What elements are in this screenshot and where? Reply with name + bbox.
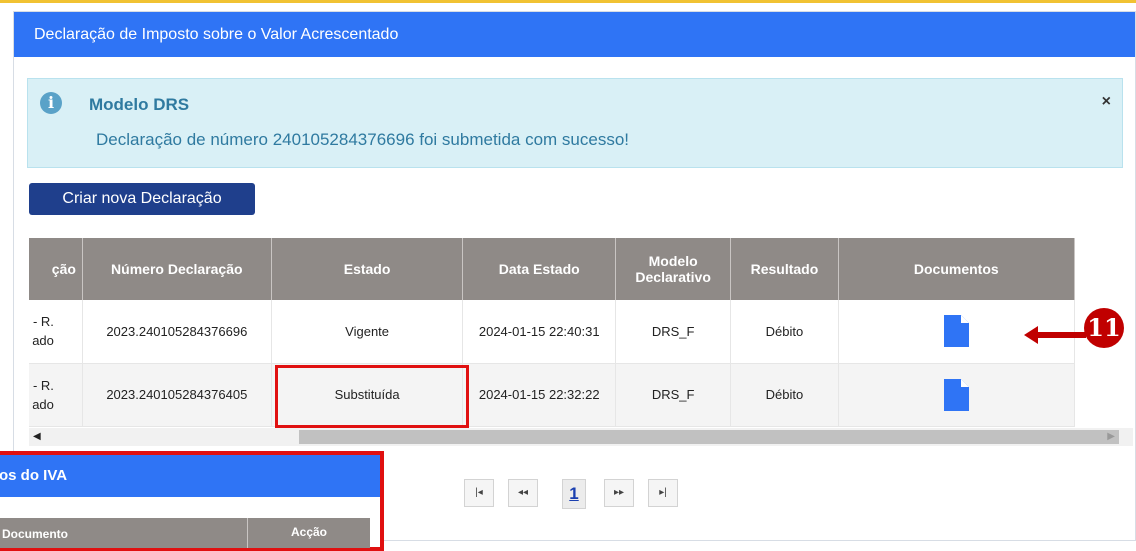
cell-data-estado: 2024-01-15 22:40:31 bbox=[462, 300, 616, 364]
header-modelo[interactable]: Modelo Declarativo bbox=[615, 238, 732, 300]
scrollbar-thumb[interactable] bbox=[299, 430, 1119, 444]
dialog-title: tos do IVA bbox=[0, 455, 380, 497]
header-estado[interactable]: Estado bbox=[271, 238, 464, 300]
cell-situacao: - R. ado bbox=[29, 363, 83, 427]
iva-documents-dialog: tos do IVA Documento Acção bbox=[0, 451, 384, 551]
cell-modelo: DRS_F bbox=[615, 363, 732, 427]
declarations-table-container: ção Número Declaração Estado Data Estado… bbox=[29, 238, 1133, 427]
highlight-box-estado bbox=[275, 365, 469, 428]
success-alert: i Modelo DRS Declaração de número 240105… bbox=[27, 78, 1123, 168]
header-documentos: Documentos bbox=[838, 238, 1076, 300]
cell-resultado: Débito bbox=[730, 363, 839, 427]
table-header-row: ção Número Declaração Estado Data Estado… bbox=[29, 238, 1076, 300]
arrow-left-icon bbox=[1024, 326, 1086, 344]
page: Declaração de Imposto sobre o Valor Acre… bbox=[0, 0, 1136, 551]
cell-documentos bbox=[838, 363, 1076, 427]
current-page[interactable]: 1 bbox=[562, 479, 586, 509]
panel-title: Declaração de Imposto sobre o Valor Acre… bbox=[14, 12, 1135, 57]
scroll-right-icon[interactable]: ▶ bbox=[1107, 431, 1115, 442]
header-numero[interactable]: Número Declaração bbox=[82, 238, 272, 300]
cell-numero: 2023.240105284376405 bbox=[82, 363, 272, 427]
cell-estado: Vigente bbox=[271, 300, 464, 364]
first-page-button[interactable]: |◂ bbox=[464, 479, 494, 507]
info-icon: i bbox=[40, 92, 62, 114]
cell-situacao: - R. ado bbox=[29, 300, 83, 364]
step-badge: 11 bbox=[1084, 308, 1124, 348]
alert-title: Modelo DRS bbox=[89, 95, 190, 114]
header-accao: Acção bbox=[247, 518, 370, 548]
prev-page-button[interactable]: ◂◂ bbox=[508, 479, 538, 507]
document-icon[interactable] bbox=[943, 378, 969, 411]
header-data-estado[interactable]: Data Estado bbox=[462, 238, 616, 300]
close-icon[interactable]: × bbox=[1102, 93, 1111, 111]
table-row: - R. ado 2023.240105284376696 Vigente 202… bbox=[29, 300, 1076, 364]
table-row: - R. ado 2023.240105284376405 Substituída… bbox=[29, 363, 1076, 427]
declarations-table: ção Número Declaração Estado Data Estado… bbox=[29, 238, 1076, 427]
top-accent-strip bbox=[0, 0, 1136, 3]
cell-resultado: Débito bbox=[730, 300, 839, 364]
document-icon[interactable] bbox=[943, 315, 969, 348]
header-resultado[interactable]: Resultado bbox=[730, 238, 839, 300]
alert-message: Declaração de número 240105284376696 foi… bbox=[96, 130, 630, 149]
dialog-table-header: Documento Acção bbox=[0, 518, 370, 548]
header-documento: Documento bbox=[2, 527, 68, 541]
horizontal-scrollbar[interactable]: ◀ ▶ bbox=[29, 428, 1133, 446]
cell-modelo: DRS_F bbox=[615, 300, 732, 364]
create-declaration-button[interactable]: Criar nova Declaração bbox=[29, 183, 255, 215]
cell-numero: 2023.240105284376696 bbox=[82, 300, 272, 364]
cell-data-estado: 2024-01-15 22:32:22 bbox=[462, 363, 616, 427]
last-page-button[interactable]: ▸| bbox=[648, 479, 678, 507]
next-page-button[interactable]: ▸▸ bbox=[604, 479, 634, 507]
scroll-left-icon[interactable]: ◀ bbox=[33, 431, 41, 442]
header-situacao[interactable]: ção bbox=[29, 238, 83, 300]
